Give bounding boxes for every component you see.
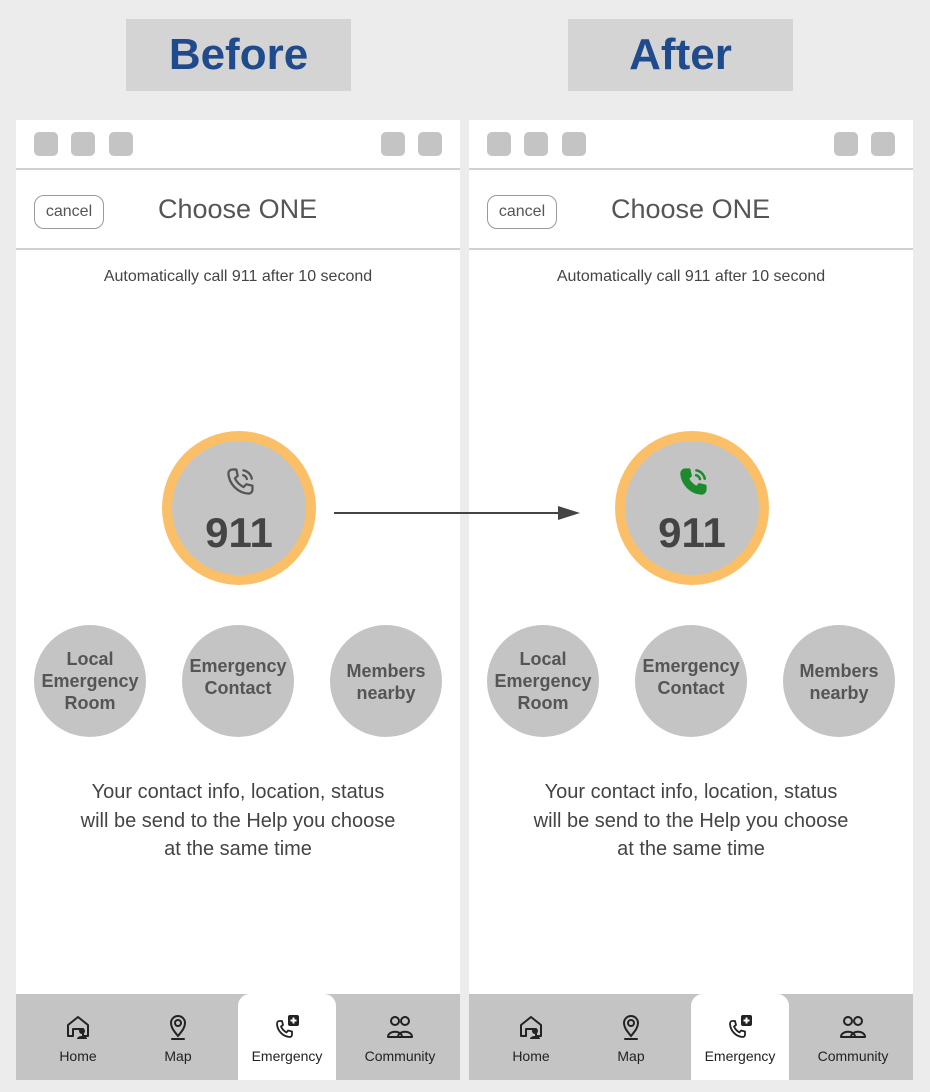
status-indicator	[524, 132, 548, 156]
status-indicator	[71, 132, 95, 156]
call-911-button[interactable]: 911	[615, 431, 769, 585]
local-emergency-room-option[interactable]: Local Emergency Room	[34, 625, 146, 737]
info-line: will be send to the Help you choose	[533, 809, 849, 832]
call-number: 911	[205, 509, 273, 556]
call-911-button[interactable]: 911	[162, 431, 316, 585]
before-screen: cancel Choose ONE Automatically call 911…	[16, 120, 460, 1080]
members-nearby-option[interactable]: Members nearby	[783, 625, 895, 737]
status-indicator	[834, 132, 858, 156]
phone-outline-icon	[227, 468, 254, 495]
info-line: will be send to the Help you choose	[80, 809, 396, 832]
option-line: Room	[517, 693, 569, 713]
members-nearby-option[interactable]: Members nearby	[330, 625, 442, 737]
option-line: Emergency	[642, 655, 740, 676]
before-label: Before	[126, 19, 351, 91]
status-indicator	[34, 132, 58, 156]
auto-call-notice: Automatically call 911 after 10 second	[556, 268, 826, 285]
status-bar	[16, 120, 460, 170]
tab-map[interactable]: Map	[597, 994, 665, 1080]
header: cancel Choose ONE	[16, 172, 460, 250]
info-message: Your contact info, location, status will…	[499, 778, 883, 864]
bottom-tab-bar: Home Map Emergency Community	[16, 994, 460, 1080]
home-icon	[520, 1016, 542, 1039]
cancel-button[interactable]: cancel	[34, 195, 104, 229]
status-indicator	[871, 132, 895, 156]
after-label: After	[568, 19, 793, 91]
option-line: Contact	[204, 677, 272, 698]
tab-label: Emergency	[251, 1048, 323, 1064]
option-line: Room	[64, 693, 116, 713]
page-title: Choose ONE	[611, 194, 771, 224]
tab-emergency[interactable]: Emergency	[238, 994, 336, 1080]
info-line: Your contact info, location, status	[544, 781, 838, 803]
local-emergency-room-option[interactable]: Local Emergency Room	[487, 625, 599, 737]
page-title: Choose ONE	[158, 194, 318, 224]
option-label: Local Emergency Room	[41, 648, 138, 714]
tab-label: Emergency	[704, 1048, 776, 1064]
status-indicator	[418, 132, 442, 156]
map-pin-icon	[169, 1015, 187, 1040]
emergency-contact-option[interactable]: Emergency Contact	[182, 625, 294, 737]
option-label: Members nearby	[799, 660, 878, 704]
option-line: nearby	[809, 683, 869, 703]
auto-call-notice: Automatically call 911 after 10 second	[103, 268, 373, 285]
bottom-tab-bar: Home Map Emergency Community	[469, 994, 913, 1080]
tab-emergency[interactable]: Emergency	[691, 994, 789, 1080]
map-pin-icon	[622, 1015, 640, 1040]
option-line: Local	[519, 649, 567, 669]
option-label: Emergency Contact	[189, 655, 286, 699]
status-indicator	[109, 132, 133, 156]
option-line: Contact	[657, 677, 725, 698]
option-line: Local	[66, 649, 114, 669]
emergency-call-icon	[276, 1015, 299, 1038]
header: cancel Choose ONE	[469, 172, 913, 250]
tab-label: Community	[364, 1048, 436, 1064]
community-icon	[387, 1016, 413, 1038]
tab-community[interactable]: Community	[809, 994, 897, 1080]
tab-home[interactable]: Home	[44, 994, 112, 1080]
home-icon	[67, 1016, 89, 1039]
phone-filled-icon	[680, 468, 707, 495]
status-bar	[469, 120, 913, 170]
option-line: nearby	[356, 683, 416, 703]
status-indicator	[562, 132, 586, 156]
option-line: Members	[346, 661, 426, 681]
tab-label: Map	[164, 1048, 192, 1064]
cancel-button[interactable]: cancel	[487, 195, 557, 229]
tab-label: Community	[817, 1048, 889, 1064]
tab-map[interactable]: Map	[144, 994, 212, 1080]
call-911-inner: 911	[172, 441, 306, 575]
tab-home[interactable]: Home	[497, 994, 565, 1080]
option-line: Emergency	[41, 671, 139, 691]
transition-arrow	[334, 506, 580, 520]
emergency-contact-option[interactable]: Emergency Contact	[635, 625, 747, 737]
option-line: Members	[799, 661, 879, 681]
tab-label: Home	[59, 1048, 97, 1064]
tab-community[interactable]: Community	[356, 994, 444, 1080]
info-message: Your contact info, location, status will…	[46, 778, 430, 864]
status-indicator	[381, 132, 405, 156]
info-line: Your contact info, location, status	[91, 781, 385, 803]
info-line: at the same time	[164, 838, 312, 860]
call-number: 911	[658, 509, 726, 556]
call-911-inner: 911	[625, 441, 759, 575]
community-icon	[840, 1016, 866, 1038]
option-line: Emergency	[189, 655, 287, 676]
tab-label: Map	[617, 1048, 645, 1064]
emergency-call-icon	[729, 1015, 752, 1038]
after-screen: cancel Choose ONE Automatically call 911…	[469, 120, 913, 1080]
option-label: Emergency Contact	[642, 655, 739, 699]
option-label: Local Emergency Room	[494, 648, 591, 714]
tab-label: Home	[512, 1048, 550, 1064]
status-indicator	[487, 132, 511, 156]
info-line: at the same time	[617, 838, 765, 860]
option-label: Members nearby	[346, 660, 425, 704]
option-line: Emergency	[494, 671, 592, 691]
